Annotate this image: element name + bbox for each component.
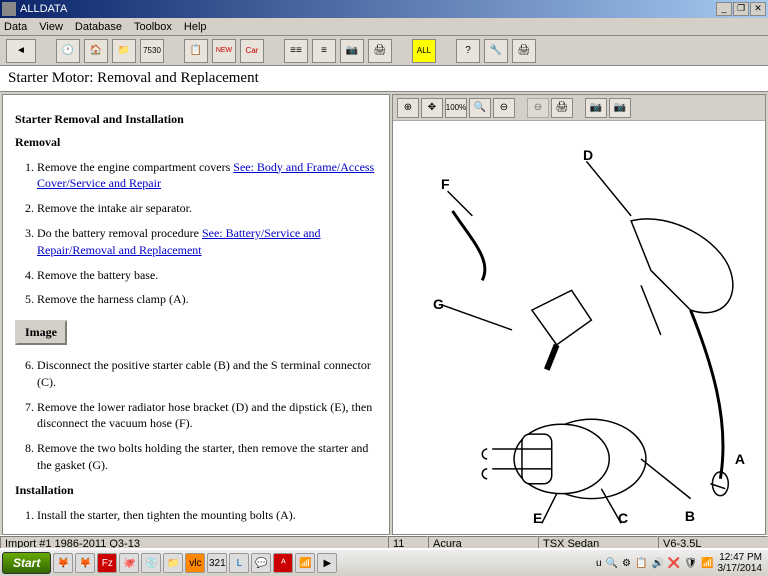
label-c: C <box>618 510 628 526</box>
document-panel[interactable]: Starter Removal and Installation Removal… <box>2 94 390 535</box>
main-toolbar: ◄ 🕐 🏠 📁 7530 📋 NEW Car ≡≡ ≡ 📷 🖨 ALL ? 🔧 … <box>0 36 768 66</box>
minimize-button[interactable]: _ <box>716 2 732 16</box>
menu-help[interactable]: Help <box>184 21 207 33</box>
tray-4[interactable]: 📋 <box>635 558 647 569</box>
note-text: NOTE: Always use a new gasket. <box>15 531 377 535</box>
camera1-icon[interactable]: 📷 <box>585 98 607 118</box>
toolbar-btn-print[interactable]: 🖨 <box>368 39 392 63</box>
ql-5[interactable]: 💿 <box>141 553 161 573</box>
step-7: Remove the lower radiator hose bracket (… <box>37 399 377 433</box>
label-b: B <box>685 508 695 524</box>
diagram-view[interactable]: A B C D E F G <box>393 121 765 534</box>
image-panel: ⊕ ✥ 100% 🔍 ⊖ ⊖ 🖨 📷 📷 <box>392 94 766 535</box>
toolbar-btn-1[interactable]: 🕐 <box>56 39 80 63</box>
menu-view[interactable]: View <box>39 21 63 33</box>
ql-6[interactable]: 📁 <box>163 553 183 573</box>
doc-heading-main: Starter Removal and Installation <box>15 111 377 128</box>
app-icon <box>2 2 16 16</box>
zoom-out-icon[interactable]: ⊖ <box>493 98 515 118</box>
toolbar-btn-camera[interactable]: 📷 <box>340 39 364 63</box>
label-d: D <box>583 147 593 163</box>
step-3: Do the battery removal procedure See: Ba… <box>37 225 377 259</box>
zoom-fit-icon[interactable]: 🔍 <box>469 98 491 118</box>
main-content: Starter Removal and Installation Removal… <box>0 92 768 535</box>
toolbar-btn-print2[interactable]: 🖨 <box>512 39 536 63</box>
doc-heading-removal: Removal <box>15 134 377 151</box>
titlebar: ALLDATA _ ❐ ✕ <box>0 0 768 18</box>
step-1: Remove the engine compartment covers See… <box>37 159 377 193</box>
restore-button[interactable]: ❐ <box>733 2 749 16</box>
zoom-in-icon[interactable]: ⊕ <box>397 98 419 118</box>
menubar: Data View Database Toolbox Help <box>0 18 768 36</box>
system-tray: u 🔍 ⚙ 📋 🔊 ❌ 🛡 📶 12:47 PM 3/17/2014 <box>596 552 766 574</box>
menu-data[interactable]: Data <box>4 21 27 33</box>
doc-heading-installation: Installation <box>15 482 377 499</box>
step-5: Remove the harness clamp (A). <box>37 291 377 308</box>
label-g: G <box>433 296 444 312</box>
ql-2[interactable]: 🦊 <box>75 553 95 573</box>
window-title: ALLDATA <box>20 3 716 15</box>
step-6: Disconnect the positive starter cable (B… <box>37 357 377 391</box>
label-f: F <box>441 176 450 192</box>
step-2: Remove the intake air separator. <box>37 200 377 217</box>
page-title: Starter Motor: Removal and Replacement <box>8 70 259 87</box>
ql-321[interactable]: 321 <box>207 553 227 573</box>
toolbar-btn-3[interactable]: 📁 <box>112 39 136 63</box>
ql-13[interactable]: ▶ <box>317 553 337 573</box>
ql-12[interactable]: 📶 <box>295 553 315 573</box>
step-8: Remove the two bolts holding the starter… <box>37 440 377 474</box>
pan-icon[interactable]: ✥ <box>421 98 443 118</box>
windows-taskbar: Start 🦊 🦊 Fz 🐙 💿 📁 vlc 321 L 💬 ᴬ 📶 ▶ u 🔍… <box>0 548 768 576</box>
toolbar-btn-car[interactable]: Car <box>240 39 264 63</box>
toolbar-btn-tool[interactable]: 🔧 <box>484 39 508 63</box>
tray-3[interactable]: ⚙ <box>622 558 631 569</box>
label-a: A <box>735 451 745 467</box>
clock-time: 12:47 PM <box>718 552 763 563</box>
tray-7[interactable]: 🛡 <box>684 558 697 569</box>
removal-steps-b: Disconnect the positive starter cable (B… <box>37 357 377 474</box>
zoom-100-icon[interactable]: 100% <box>445 98 467 118</box>
page-header: Starter Motor: Removal and Replacement <box>0 66 768 92</box>
ql-l[interactable]: L <box>229 553 249 573</box>
tray-5[interactable]: 🔊 <box>651 558 663 569</box>
toolbar-btn-7530[interactable]: 7530 <box>140 39 164 63</box>
clock-date: 3/17/2014 <box>718 563 763 574</box>
toolbar-btn-help[interactable]: ? <box>456 39 480 63</box>
ql-1[interactable]: 🦊 <box>53 553 73 573</box>
install-step-1: Install the starter, then tighten the mo… <box>37 507 377 524</box>
tray-2[interactable]: 🔍 <box>606 558 618 569</box>
back-button[interactable]: ◄ <box>6 39 36 63</box>
menu-toolbox[interactable]: Toolbox <box>134 21 172 33</box>
tray-1[interactable]: u <box>596 558 602 569</box>
step-4: Remove the battery base. <box>37 267 377 284</box>
toolbar-btn-clipboard[interactable]: 📋 <box>184 39 208 63</box>
ql-alldata[interactable]: ᴬ <box>273 553 293 573</box>
print-image-icon[interactable]: 🖨 <box>551 98 573 118</box>
toolbar-btn-2[interactable]: 🏠 <box>84 39 108 63</box>
ql-10[interactable]: 💬 <box>251 553 271 573</box>
ql-filezilla[interactable]: Fz <box>97 553 117 573</box>
ql-4[interactable]: 🐙 <box>119 553 139 573</box>
toolbar-btn-all[interactable]: ALL <box>412 39 436 63</box>
close-button[interactable]: ✕ <box>750 2 766 16</box>
tray-8[interactable]: 📶 <box>701 558 713 569</box>
image-toolbar: ⊕ ✥ 100% 🔍 ⊖ ⊖ 🖨 📷 📷 <box>393 95 765 121</box>
toolbar-btn-list1[interactable]: ≡≡ <box>284 39 308 63</box>
install-steps: Install the starter, then tighten the mo… <box>37 507 377 524</box>
ql-vlc[interactable]: vlc <box>185 553 205 573</box>
label-e: E <box>533 510 542 526</box>
image-button-1[interactable]: Image <box>15 320 67 345</box>
window-buttons: _ ❐ ✕ <box>716 2 766 16</box>
menu-database[interactable]: Database <box>75 21 122 33</box>
zoom-out2-icon: ⊖ <box>527 98 549 118</box>
toolbar-btn-list2[interactable]: ≡ <box>312 39 336 63</box>
camera2-icon[interactable]: 📷 <box>609 98 631 118</box>
start-button[interactable]: Start <box>2 552 51 574</box>
tray-6[interactable]: ❌ <box>668 558 680 569</box>
removal-steps-a: Remove the engine compartment covers See… <box>37 159 377 309</box>
toolbar-btn-newcar[interactable]: NEW <box>212 39 236 63</box>
taskbar-clock[interactable]: 12:47 PM 3/17/2014 <box>718 552 763 574</box>
